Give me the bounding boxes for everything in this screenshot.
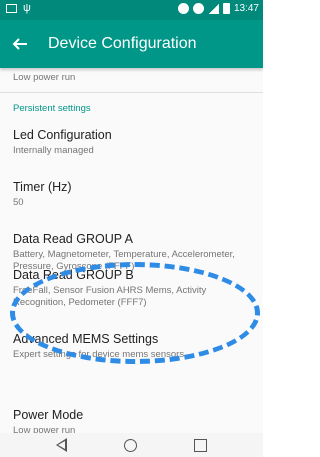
setting-data-read-group-a[interactable]: Data Read GROUP A Battery, Magnetometer,… xyxy=(13,232,255,273)
setting-advanced-mems[interactable]: Advanced MEMS Settings Expert settings f… xyxy=(13,332,255,361)
setting-title: Timer (Hz) xyxy=(13,180,72,194)
nav-home-icon[interactable] xyxy=(123,438,137,452)
setting-title: Advanced MEMS Settings xyxy=(13,332,159,346)
data-icon xyxy=(192,3,204,14)
divider xyxy=(0,92,263,93)
status-bar: ψ 13:47 xyxy=(0,0,263,20)
usb-icon: ψ xyxy=(23,2,31,14)
setting-summary: FreeFall, Sensor Fusion AHRS Mems, Activ… xyxy=(13,285,207,308)
arrow-back-icon[interactable] xyxy=(10,34,30,54)
low-power-summary: Low power run xyxy=(13,72,76,83)
notification-icon xyxy=(6,4,17,13)
section-header-row: Persistent settings xyxy=(13,103,255,114)
setting-summary: Low power run xyxy=(13,425,76,433)
bluetooth-icon xyxy=(177,3,189,14)
nav-recent-apps-icon[interactable] xyxy=(193,438,207,452)
low-power-summary-row: Low power run xyxy=(13,70,255,84)
setting-led-configuration[interactable]: Led Configuration Internally managed xyxy=(13,128,255,157)
screen: ψ 13:47 Device Configuration Low power r… xyxy=(0,0,263,457)
status-time: 13:47 xyxy=(233,3,259,14)
setting-title: Power Mode xyxy=(13,408,84,422)
setting-summary: Expert settings for device mems sensors xyxy=(13,349,185,360)
setting-timer[interactable]: Timer (Hz) 50 xyxy=(13,180,255,209)
setting-summary: 50 xyxy=(13,197,24,208)
signal-icon xyxy=(207,3,219,14)
setting-title: Data Read GROUP A xyxy=(13,232,133,246)
setting-data-read-group-b[interactable]: Data Read GROUP B FreeFall, Sensor Fusio… xyxy=(13,268,255,309)
status-left: ψ xyxy=(6,3,31,14)
setting-power-mode[interactable]: Power Mode Low power run xyxy=(13,408,255,433)
page-title: Device Configuration xyxy=(48,35,197,52)
arrow-back-glyph xyxy=(12,38,27,50)
setting-title: Led Configuration xyxy=(13,128,112,142)
app-bar: Device Configuration xyxy=(0,20,263,68)
navigation-bar xyxy=(0,433,263,457)
nav-back-icon[interactable] xyxy=(56,438,68,452)
settings-list[interactable]: Low power run Persistent settings Led Co… xyxy=(0,68,263,433)
setting-title: Data Read GROUP B xyxy=(13,268,134,282)
section-header: Persistent settings xyxy=(13,103,91,114)
status-right: 13:47 xyxy=(177,3,259,14)
battery-icon xyxy=(222,3,230,14)
setting-summary: Internally managed xyxy=(13,145,94,156)
